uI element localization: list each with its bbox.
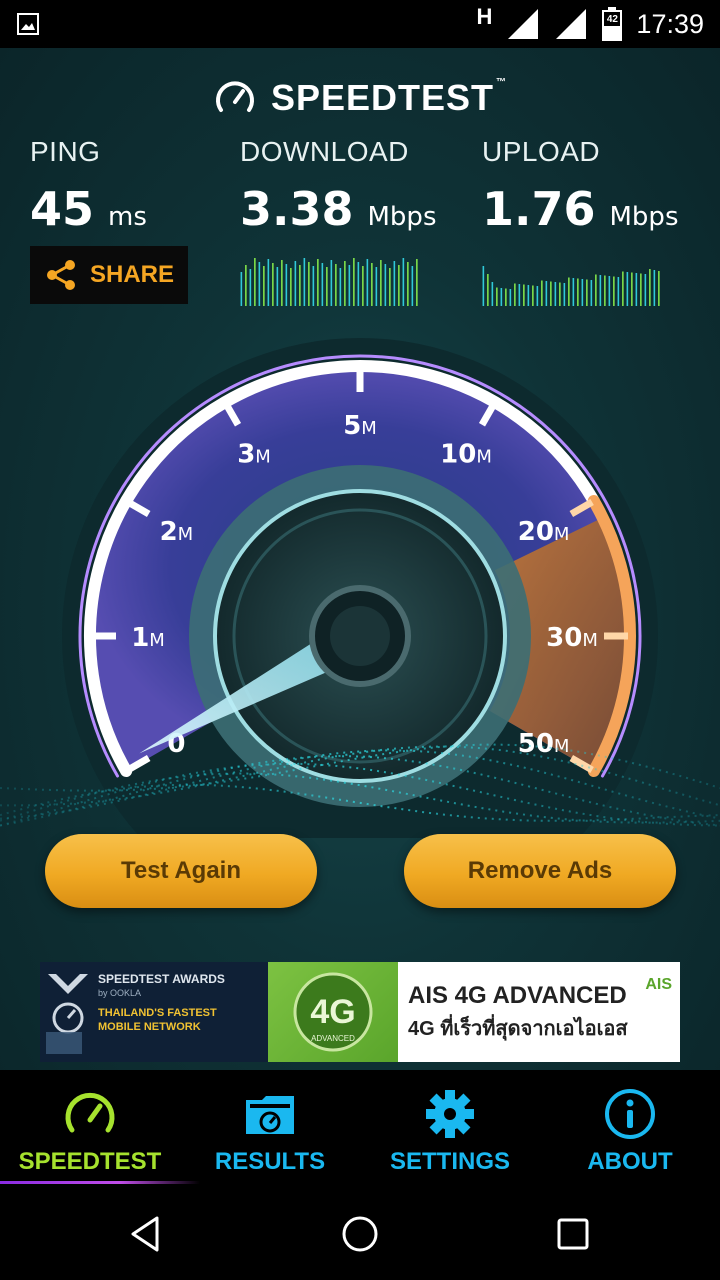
download-value: 3.38 (240, 182, 354, 236)
system-nav-bar (0, 1188, 720, 1280)
ad-awards-title: SPEEDTEST AWARDS (98, 972, 225, 986)
tab-speedtest[interactable]: SPEEDTEST (0, 1070, 200, 1188)
download-metric: DOWNLOAD 3.38 Mbps (240, 136, 437, 236)
tab-about[interactable]: ABOUT (540, 1070, 720, 1188)
battery-level: 42 (606, 14, 618, 25)
ad-banner[interactable]: SPEEDTEST AWARDS by OOKLA THAILAND'S FAS… (40, 962, 680, 1062)
recents-icon (557, 1218, 589, 1250)
ad-award-text: THAILAND'S FASTEST MOBILE NETWORK (98, 1007, 217, 1033)
download-unit: Mbps (367, 202, 437, 232)
ad-headline: AIS 4G ADVANCED (408, 982, 627, 1009)
speed-gauge: 01M2M3M5M10M20M30M50M (0, 338, 720, 838)
clock: 17:39 (636, 8, 704, 39)
speedometer-icon (65, 1092, 115, 1133)
ping-metric: PING 45 ms (30, 136, 147, 236)
remove-ads-button[interactable]: Remove Ads (404, 834, 676, 908)
tab-settings-label: SETTINGS (389, 1148, 510, 1175)
tab-results[interactable]: RESULTS (180, 1070, 360, 1188)
ad-brand-logo: AIS (645, 976, 672, 993)
test-again-button[interactable]: Test Again (45, 834, 317, 908)
share-label: SHARE (89, 261, 174, 288)
main-screen: SPEEDTEST ™ PING 45 ms DOWNLOAD 3.38 Mbps… (0, 48, 720, 1070)
results-folder-icon (246, 1096, 294, 1134)
back-button[interactable] (107, 1194, 187, 1274)
battery-icon: 42 (602, 7, 623, 41)
download-sparkline (240, 258, 418, 306)
share-button[interactable]: SHARE (30, 246, 188, 304)
ad-4g-badge: 4G ADVANCED (268, 962, 398, 1062)
tab-results-label: RESULTS (214, 1148, 326, 1175)
signal-icon (508, 9, 539, 39)
ping-value: 45 (30, 182, 95, 236)
brand-header: SPEEDTEST ™ (0, 76, 720, 120)
upload-label: UPLOAD (482, 136, 601, 167)
brand-name: SPEEDTEST ™ (270, 77, 508, 118)
info-icon (605, 1089, 655, 1139)
download-label: DOWNLOAD (240, 136, 409, 167)
gear-tooth (426, 1109, 436, 1119)
signal-icon (556, 9, 587, 39)
speedtest-award-icon (46, 974, 88, 1054)
status-bar: H 42 17:39 (0, 0, 720, 48)
ad-awards-panel: SPEEDTEST AWARDS by OOKLA THAILAND'S FAS… (40, 962, 268, 1062)
bottom-tab-bar: SPEEDTEST RESULTS SETTINGS ABOUT (0, 1070, 720, 1188)
tab-settings[interactable]: SETTINGS (360, 1070, 540, 1188)
ping-unit: ms (108, 202, 147, 232)
speedometer-logo-icon (215, 81, 254, 112)
gear-tooth (464, 1109, 474, 1119)
gear-icon (426, 1090, 474, 1138)
recents-button[interactable] (533, 1194, 613, 1274)
ad-text-panel: AIS 4G ADVANCED 4G ที่เร็วที่สุดจากเอไอเ… (398, 962, 680, 1062)
network-type: H (476, 4, 493, 29)
home-button[interactable] (320, 1194, 400, 1274)
home-icon (342, 1216, 378, 1252)
upload-unit: Mbps (609, 202, 679, 232)
ad-awards-by: by OOKLA (98, 988, 142, 998)
4g-badge-icon: 4G ADVANCED (293, 972, 373, 1052)
svg-text:ADVANCED: ADVANCED (311, 1034, 355, 1043)
gallery-icon (17, 13, 39, 35)
upload-value: 1.76 (482, 182, 596, 236)
gear-tooth (445, 1128, 455, 1138)
svg-text:4G: 4G (310, 993, 355, 1031)
ad-subline: 4G ที่เร็วที่สุดจากเอไอเอส (408, 1018, 628, 1040)
active-tab-indicator (0, 1181, 200, 1184)
upload-metric: UPLOAD 1.76 Mbps (482, 136, 679, 236)
gauge-hub-center (330, 606, 390, 666)
back-icon (131, 1216, 159, 1252)
upload-sparkline (482, 266, 660, 306)
tab-about-label: ABOUT (587, 1148, 673, 1175)
share-icon (46, 260, 75, 290)
gear-tooth (445, 1090, 455, 1100)
ping-label: PING (30, 136, 101, 167)
tab-speedtest-label: SPEEDTEST (18, 1148, 162, 1175)
